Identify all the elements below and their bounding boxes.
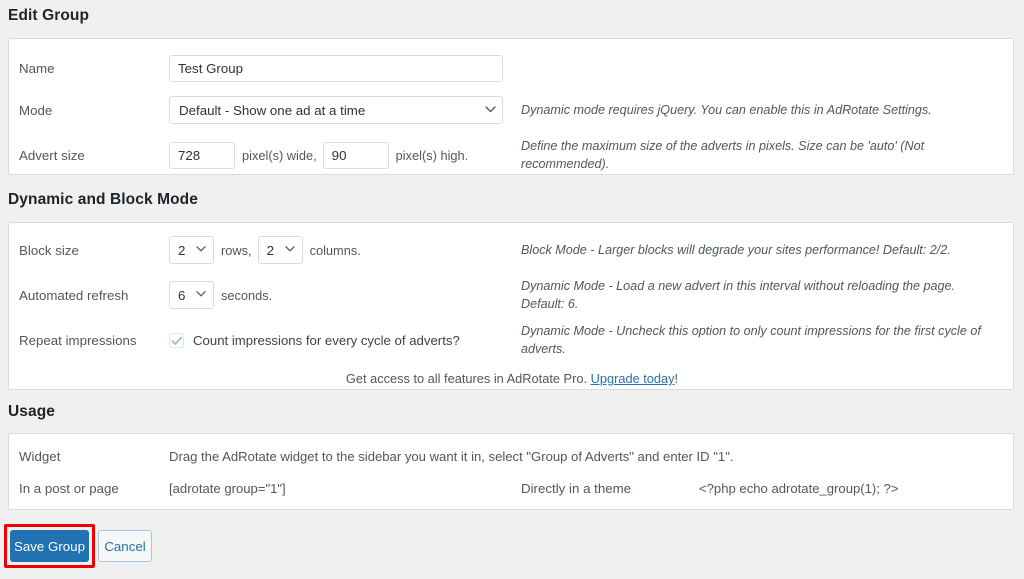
block-rows-value: 2 [178, 242, 186, 258]
repeat-impressions-checkbox-label[interactable]: Count impressions for every cycle of adv… [193, 333, 460, 348]
advert-size-field-wrap: pixel(s) wide, pixel(s) high. [169, 141, 474, 169]
advert-width-unit-label: pixel(s) wide, [242, 147, 317, 163]
automated-refresh-help-text: Dynamic Mode - Load a new advert in this… [521, 278, 956, 311]
group-settings-panel: Name Mode Default - Show one ad at a tim… [8, 38, 1014, 175]
automated-refresh-select[interactable]: 6 [169, 281, 214, 309]
usage-heading: Usage [8, 403, 56, 420]
block-columns-unit-label: columns. [309, 242, 361, 258]
block-columns-value: 2 [266, 242, 274, 258]
block-rows-unit-label: rows, [221, 242, 252, 258]
automated-refresh-label: Automated refresh [19, 287, 129, 303]
repeat-impressions-field-wrap: Count impressions for every cycle of adv… [169, 332, 460, 348]
chevron-down-icon [284, 245, 295, 254]
dynamic-block-panel: Block size 2 rows, 2 columns. Block Mode… [8, 222, 1014, 390]
automated-refresh-value: 6 [178, 287, 186, 303]
mode-help-text: Dynamic mode requires jQuery. You can en… [521, 102, 932, 117]
usage-post-label: In a post or page [19, 480, 119, 496]
page-title: Edit Group [8, 7, 90, 24]
block-rows-select[interactable]: 2 [169, 236, 214, 264]
chevron-down-icon [196, 245, 206, 254]
mode-label: Mode [19, 102, 53, 118]
block-columns-select[interactable]: 2 [257, 236, 303, 264]
usage-theme-label: Directly in a theme [521, 480, 632, 496]
advert-width-input[interactable] [169, 141, 235, 169]
mode-select-value: Default - Show one ad at a time [179, 102, 366, 118]
advert-size-help-text: Define the maximum size of the adverts i… [521, 138, 925, 171]
name-row: Name [9, 49, 1013, 87]
usage-widget-label: Widget [19, 448, 61, 464]
advert-size-row: Advert size pixel(s) wide, pixel(s) high… [9, 136, 1013, 174]
usage-theme-value[interactable]: <?php echo adrotate_group(1); ?> [699, 481, 898, 496]
usage-widget-row: Widget Drag the AdRotate widget to the s… [9, 442, 1013, 470]
pro-notice-text: Get access to all features in AdRotate P… [345, 371, 591, 386]
repeat-impressions-row: Repeat impressions Count impressions for… [9, 321, 1013, 359]
repeat-impressions-help-text: Dynamic Mode - Uncheck this option to on… [521, 323, 981, 356]
advert-size-label: Advert size [19, 147, 85, 163]
pro-notice-suffix: ! [674, 371, 679, 386]
automated-refresh-field-wrap: 6 seconds. [169, 281, 278, 309]
block-size-row: Block size 2 rows, 2 columns. Block Mode… [9, 231, 1013, 269]
block-size-help-text: Block Mode - Larger blocks will degrade … [521, 242, 951, 257]
mode-field-wrap: Default - Show one ad at a time [169, 96, 503, 124]
usage-widget-value: Drag the AdRotate widget to the sidebar … [169, 448, 734, 464]
save-group-button[interactable]: Save Group [10, 530, 89, 562]
advert-height-input[interactable] [322, 141, 389, 169]
dynamic-block-heading: Dynamic and Block Mode [8, 191, 198, 208]
automated-refresh-unit-label: seconds. [221, 287, 273, 303]
admin-page: Edit Group Name Mode Default - Show one … [0, 0, 1024, 579]
usage-post-value[interactable]: [adrotate group="1"] [169, 481, 286, 496]
repeat-impressions-label: Repeat impressions [19, 332, 137, 348]
repeat-impressions-checkbox-wrap[interactable]: Count impressions for every cycle of adv… [169, 332, 460, 348]
upgrade-today-link[interactable]: Upgrade today [591, 371, 675, 386]
chevron-down-icon [196, 290, 206, 299]
mode-row: Mode Default - Show one ad at a time Dyn… [9, 91, 1013, 129]
pro-upgrade-notice: Get access to all features in AdRotate P… [0, 371, 1024, 386]
chevron-down-icon [485, 105, 496, 114]
block-size-field-wrap: 2 rows, 2 columns. [169, 236, 367, 264]
block-size-label: Block size [19, 242, 79, 258]
usage-post-row: In a post or page [adrotate group="1"] D… [9, 474, 1013, 502]
name-label: Name [19, 60, 55, 76]
group-name-input[interactable] [169, 54, 503, 82]
repeat-impressions-checkbox[interactable] [169, 332, 184, 348]
name-field-wrap [169, 54, 503, 82]
usage-panel: Widget Drag the AdRotate widget to the s… [8, 433, 1014, 510]
cancel-button[interactable]: Cancel [98, 530, 152, 562]
check-icon [171, 336, 183, 345]
advert-height-unit-label: pixel(s) high. [395, 147, 469, 163]
automated-refresh-row: Automated refresh 6 seconds. Dynamic Mod… [9, 276, 1013, 314]
mode-select[interactable]: Default - Show one ad at a time [169, 96, 503, 124]
